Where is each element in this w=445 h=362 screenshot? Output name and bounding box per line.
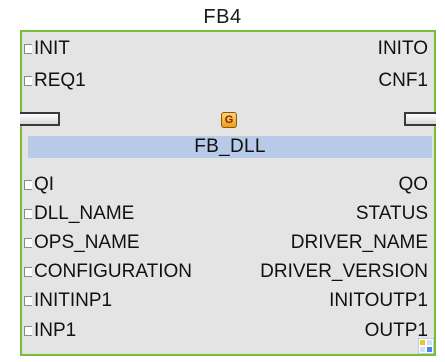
g-icon: G [221, 112, 237, 128]
event-input-req1[interactable]: REQ1 [34, 70, 86, 92]
data-output-driver-name[interactable]: DRIVER_NAME [291, 232, 428, 254]
data-input-stub-configuration[interactable] [24, 267, 32, 277]
function-block[interactable]: INIT INITO REQ1 CNF1 G FB_DLL QI QO DLL_… [20, 30, 436, 356]
data-output-status[interactable]: STATUS [356, 203, 428, 225]
data-output-driver-version[interactable]: DRIVER_VERSION [260, 261, 428, 283]
data-input-qi[interactable]: QI [34, 174, 54, 196]
function-block-diagram: FB4 INIT INITO REQ1 CNF1 G FB_DLL QI QO … [0, 0, 445, 362]
event-input-stub-init[interactable] [24, 44, 32, 54]
data-output-initoutp1[interactable]: INITOUTP1 [329, 290, 428, 312]
data-input-stub-inp1[interactable] [24, 326, 32, 336]
event-input-stub-req1[interactable] [24, 76, 32, 86]
instance-name: FB4 [203, 6, 242, 28]
event-input-init[interactable]: INIT [34, 38, 70, 60]
resize-handle-icon[interactable] [418, 338, 434, 354]
type-name: FB_DLL [28, 136, 432, 158]
left-connector-bar [20, 112, 60, 126]
data-input-stub-ops-name[interactable] [24, 238, 32, 248]
data-input-dll-name[interactable]: DLL_NAME [34, 203, 134, 225]
right-connector-bar [404, 112, 436, 126]
event-output-cnf1[interactable]: CNF1 [378, 70, 428, 92]
event-output-inito[interactable]: INITO [378, 38, 428, 60]
data-input-configuration[interactable]: CONFIGURATION [34, 261, 192, 283]
data-output-qo[interactable]: QO [398, 174, 428, 196]
data-input-ops-name[interactable]: OPS_NAME [34, 232, 140, 254]
data-input-stub-initinp1[interactable] [24, 296, 32, 306]
data-section: QI QO DLL_NAME STATUS OPS_NAME DRIVER_NA… [22, 166, 434, 356]
data-input-stub-dll-name[interactable] [24, 209, 32, 219]
data-input-initinp1[interactable]: INITINP1 [34, 290, 112, 312]
data-input-stub-qi[interactable] [24, 180, 32, 190]
data-input-inp1[interactable]: INP1 [34, 320, 76, 342]
event-section: INIT INITO REQ1 CNF1 [22, 32, 434, 110]
